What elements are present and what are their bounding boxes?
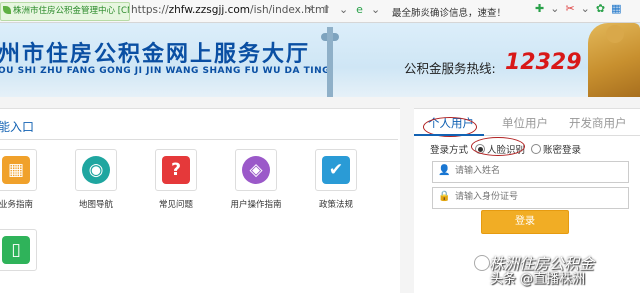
chevron-down-icon[interactable]: ⌄: [339, 3, 348, 16]
tile-faq[interactable]: ? 常见问题: [150, 149, 202, 210]
banner-title: 州市住房公积金网上服务大厅: [0, 41, 311, 67]
banner-pinyin: OU SHI ZHU FANG GONG JI JIN WANG SHANG F…: [0, 66, 331, 76]
news-ticker[interactable]: 最全肺炎确诊信息，速查！: [392, 5, 506, 19]
tile-business-guide[interactable]: ▦ 业务指南: [0, 149, 42, 210]
tile-label: 常见问题: [158, 200, 193, 210]
site-banner: 州市住房公积金网上服务大厅 OU SHI ZHU FANG GONG JI JI…: [0, 23, 640, 97]
question-icon: ?: [162, 156, 190, 184]
tab-unit-user[interactable]: 单位用户: [502, 115, 548, 131]
chevron-down-icon[interactable]: ⌄: [550, 2, 559, 15]
section-divider: [0, 139, 398, 140]
chevron-down-icon[interactable]: ⌄: [371, 3, 380, 16]
login-mode-label: 登录方式: [430, 145, 469, 156]
name-field[interactable]: 👤: [432, 161, 629, 183]
tile-policy[interactable]: ✔ 政策法规: [310, 149, 362, 210]
tile-label: 用户操作指南: [230, 200, 282, 210]
chevron-down-icon[interactable]: ⌄: [581, 2, 590, 15]
id-number-input[interactable]: [455, 190, 620, 204]
hotline-number: 12329: [505, 50, 582, 75]
tile-user-guide[interactable]: ◈ 用户操作指南: [230, 149, 282, 210]
tile-mobile[interactable]: ▯: [0, 229, 42, 278]
tile-label: 业务指南: [0, 200, 33, 210]
search-icon[interactable]: e: [356, 3, 363, 16]
tile-label: 地图导航: [78, 200, 113, 210]
user-icon: 👤: [438, 165, 451, 176]
scissors-icon[interactable]: ✂: [565, 2, 574, 15]
active-tab-indicator: [414, 134, 484, 136]
radio-password-login[interactable]: 账密登录: [531, 142, 581, 156]
function-entry-panel: 能入口 ▦ 业务指南 ◉ 地图导航 ? 常见问题 ◈ 用户操作指南 ✔ 政策法规…: [0, 108, 400, 293]
site-badge-label: 株洲市住房公积金管理中心 [CN]: [13, 6, 130, 16]
radio-unchecked-icon: [531, 144, 541, 154]
hotline-label: 公积金服务热线:: [404, 61, 496, 76]
tab-developer-user[interactable]: 开发商用户: [569, 115, 627, 131]
id-field[interactable]: 🔒: [432, 187, 629, 209]
url-text[interactable]: https://zhfw.zzsgjj.com/ish/index.html: [131, 4, 328, 16]
site-identity-badge[interactable]: 株洲市住房公积金管理中心 [CN]: [0, 2, 130, 21]
globe-icon: ◉: [82, 156, 110, 184]
mobile-phone-icon: ▯: [2, 236, 30, 264]
share-icon[interactable]: ⇧: [322, 3, 331, 16]
lock-icon: 🔒: [438, 191, 451, 202]
radio-label: 账密登录: [543, 145, 582, 156]
document-check-icon: ✔: [322, 156, 350, 184]
address-bar[interactable]: 株洲市住房公积金管理中心 [CN] https://zhfw.zzsgjj.co…: [0, 0, 640, 23]
login-button[interactable]: 登录: [481, 210, 569, 234]
secure-leaf-icon: [3, 6, 11, 14]
statue-head: [606, 25, 624, 43]
name-input[interactable]: [455, 164, 620, 178]
plus-icon[interactable]: ✚: [535, 2, 544, 15]
section-title: 能入口: [0, 120, 35, 134]
url-scheme: https://: [131, 4, 169, 16]
tile-label: 政策法规: [318, 200, 353, 210]
grid-icon[interactable]: ▦: [611, 2, 621, 15]
tile-map-navigation[interactable]: ◉ 地图导航: [70, 149, 122, 210]
url-host: zhfw.zzsgjj.com: [168, 4, 251, 16]
lightning-icon[interactable]: ⚡: [306, 3, 314, 16]
watermark-line-2: 头条 @直播株洲: [490, 272, 586, 287]
calculator-icon: ▦: [2, 156, 30, 184]
watermark-logo-icon: [474, 255, 490, 271]
tower-illustration-mast: [327, 27, 333, 97]
leaf-icon[interactable]: ✿: [596, 2, 605, 15]
annotation-circle: [471, 137, 525, 156]
compass-icon: ◈: [242, 156, 270, 184]
